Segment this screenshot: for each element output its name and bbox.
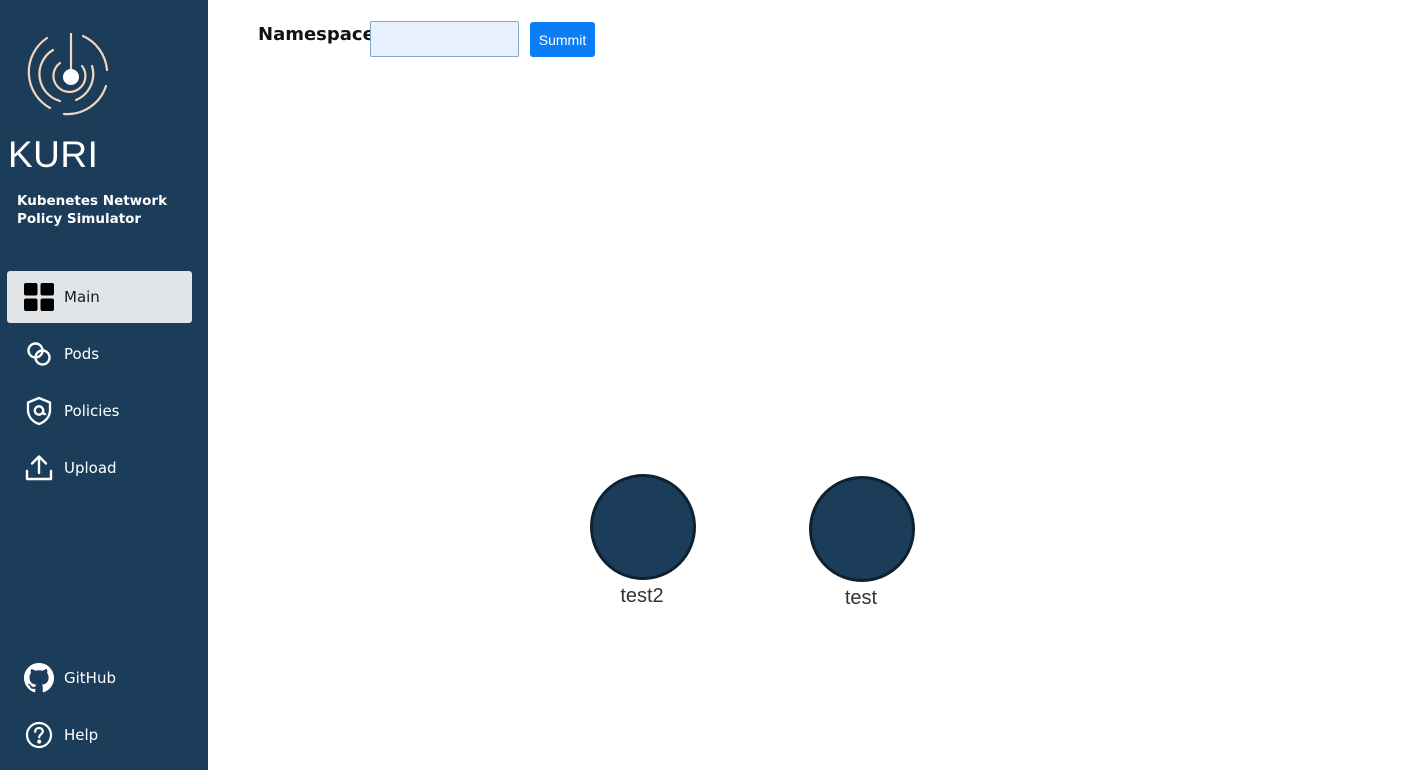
nav-item-upload[interactable]: Upload [7,442,192,494]
upload-icon [24,453,54,483]
help-icon [24,720,54,750]
nav-item-label: Upload [64,459,117,477]
nav-item-main[interactable]: Main [7,271,192,323]
nav-item-github[interactable]: GitHub [7,652,192,704]
nav-item-policies[interactable]: Policies [7,385,192,437]
kuri-logo-icon [20,26,114,120]
pod-node-label: test [844,587,878,609]
grid-icon [24,282,54,312]
nav-item-label: Main [64,288,100,306]
nav-item-label: Pods [64,345,100,363]
app-subtitle: Kubenetes Network Policy Simulator [17,193,168,227]
shield-icon [24,396,54,426]
pods-icon [24,339,54,369]
pod-node-test2[interactable] [590,474,696,580]
app-brand: KURI [8,134,99,175]
sidebar: KURI Kubenetes Network Policy Simulator … [0,0,208,770]
namespace-input[interactable] [370,21,519,57]
pod-node-test[interactable] [809,476,915,582]
nav-item-label: Policies [64,402,120,420]
nav-item-pods[interactable]: Pods [7,328,192,380]
github-icon [24,663,54,693]
namespace-label: Namespace [258,24,375,45]
submit-button[interactable]: Summit [530,22,595,57]
nav-item-help[interactable]: Help [7,709,192,761]
nav-item-label: GitHub [64,669,116,687]
pod-graph: test2 test [208,70,1417,770]
nav-item-label: Help [64,726,99,744]
pod-node-label: test2 [620,585,664,607]
